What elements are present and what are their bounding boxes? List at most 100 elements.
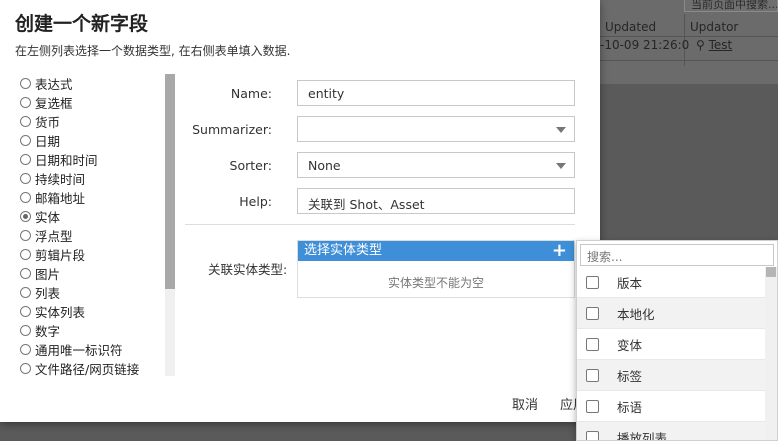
type-option[interactable]: 复选框	[20, 93, 170, 112]
updator-link[interactable]: Test	[709, 38, 733, 52]
radio-button[interactable]	[20, 325, 31, 336]
type-option-label: 复选框	[35, 96, 73, 111]
type-option[interactable]: 货币	[20, 112, 170, 131]
entity-type-header[interactable]: 选择实体类型 +	[298, 241, 574, 261]
radio-button[interactable]	[20, 344, 31, 355]
entity-type-empty-message: 实体类型不能为空	[387, 276, 484, 290]
type-option-label: 通用唯一标识符	[35, 343, 123, 358]
radio-button[interactable]	[20, 287, 31, 298]
radio-button[interactable]	[20, 173, 31, 184]
type-option[interactable]: 日期	[20, 131, 170, 150]
radio-button[interactable]	[20, 97, 31, 108]
type-option[interactable]: 持续时间	[20, 169, 170, 188]
cell-updated: -10-09 21:26:0	[600, 38, 690, 52]
entity-type-selector: 选择实体类型 + 实体类型不能为空	[297, 240, 575, 298]
type-option-label: 日期	[35, 134, 61, 149]
type-option-label: 持续时间	[35, 172, 86, 187]
checkbox[interactable]	[586, 306, 599, 320]
entity-type-dropdown: 搜索... 版本本地化变体标签标语播放列表	[576, 240, 778, 441]
radio-button[interactable]	[20, 230, 31, 241]
chevron-down-icon	[556, 127, 566, 133]
background-search-input[interactable]: 当前页面中搜索...	[684, 0, 778, 12]
type-option[interactable]: 通用唯一标识符	[20, 340, 170, 359]
help-input[interactable]: 关联到 Shot、Asset	[297, 188, 575, 214]
cancel-button[interactable]: 取消	[512, 394, 538, 413]
help-label: Help:	[239, 194, 272, 209]
checkbox[interactable]	[586, 368, 599, 382]
entity-type-header-label: 选择实体类型	[304, 243, 383, 258]
type-option[interactable]: 剪辑片段	[20, 245, 170, 264]
type-option[interactable]: 实体	[20, 207, 170, 226]
radio-button[interactable]	[20, 249, 31, 260]
dropdown-scrollbar-thumb[interactable]	[766, 267, 776, 277]
entity-type-option-label: 本地化	[617, 306, 655, 322]
plus-icon[interactable]: +	[552, 241, 567, 261]
checkbox[interactable]	[586, 399, 599, 413]
create-field-dialog: 创建一个新字段 在左侧列表选择一个数据类型, 在右侧表单填入数据. 表达式复选框…	[0, 0, 600, 422]
entity-type-option[interactable]: 版本	[577, 267, 765, 298]
entity-type-option[interactable]: 标语	[577, 391, 765, 422]
type-option-label: 实体	[35, 210, 61, 225]
type-option[interactable]: 日期和时间	[20, 150, 170, 169]
sorter-select[interactable]: None	[297, 152, 575, 178]
chevron-down-icon	[556, 163, 566, 169]
dropdown-scrollbar[interactable]	[765, 267, 777, 440]
column-header-updated[interactable]: Updated	[605, 20, 656, 34]
entity-type-option-label: 标签	[617, 368, 643, 384]
summarizer-label: Summarizer:	[192, 122, 272, 137]
type-option[interactable]: 邮箱地址	[20, 188, 170, 207]
sorter-label: Sorter:	[229, 158, 272, 173]
type-list-scrollbar-thumb[interactable]	[165, 74, 175, 289]
summarizer-select[interactable]	[297, 116, 575, 142]
cell-updator[interactable]: ⚲ Test	[696, 38, 732, 52]
radio-button[interactable]	[20, 268, 31, 279]
type-option-label: 数字	[35, 324, 61, 339]
entity-type-option-label: 播放列表	[617, 430, 668, 441]
entity-type-option[interactable]: 播放列表	[577, 422, 765, 441]
entity-type-label: 关联实体类型:	[208, 262, 288, 277]
entity-type-option-label: 标语	[617, 399, 643, 415]
dialog-title: 创建一个新字段	[15, 13, 149, 35]
sorter-value: None	[308, 158, 341, 173]
checkbox[interactable]	[586, 337, 599, 351]
entity-type-option[interactable]: 变体	[577, 329, 765, 360]
type-option-label: 剪辑片段	[35, 248, 86, 263]
entity-type-search-input[interactable]: 搜索...	[580, 244, 774, 266]
sorter-row: Sorter: None	[185, 152, 585, 178]
type-option[interactable]: 表达式	[20, 74, 170, 93]
type-option-label: 邮箱地址	[35, 191, 86, 206]
radio-button[interactable]	[20, 78, 31, 89]
radio-button[interactable]	[20, 116, 31, 127]
entity-type-option[interactable]: 标签	[577, 360, 765, 391]
background-row-divider	[600, 60, 778, 61]
background-row-divider	[600, 36, 778, 37]
radio-button[interactable]	[20, 192, 31, 203]
type-option[interactable]: 图片	[20, 264, 170, 283]
type-option-label: 实体列表	[35, 305, 86, 320]
entity-type-option[interactable]: 本地化	[577, 298, 765, 329]
type-option[interactable]: 实体列表	[20, 302, 170, 321]
radio-button[interactable]	[20, 154, 31, 165]
checkbox[interactable]	[586, 430, 599, 440]
summarizer-row: Summarizer:	[185, 116, 585, 142]
name-label: Name:	[230, 86, 272, 101]
checkbox[interactable]	[586, 275, 599, 289]
radio-button[interactable]	[20, 211, 31, 222]
type-option[interactable]: 列表	[20, 283, 170, 302]
type-option-label: 表达式	[35, 77, 73, 92]
radio-button[interactable]	[20, 135, 31, 146]
radio-button[interactable]	[20, 306, 31, 317]
name-row: Name: entity	[185, 80, 585, 106]
type-option[interactable]: 文件路径/网页链接	[20, 359, 170, 376]
type-option[interactable]: 数字	[20, 321, 170, 340]
dialog-subtitle: 在左侧列表选择一个数据类型, 在右侧表单填入数据.	[15, 44, 291, 58]
radio-button[interactable]	[20, 363, 31, 374]
column-header-updator[interactable]: Updator	[690, 20, 738, 34]
form-divider	[185, 224, 575, 225]
type-option-label: 列表	[35, 286, 61, 301]
data-type-list: 表达式复选框货币日期 日期和时间持续时间邮箱地址实体 浮点型剪辑片段 图片列表实体列表…	[20, 74, 170, 376]
name-input[interactable]: entity	[297, 80, 575, 106]
type-option-label: 货币	[35, 115, 61, 130]
type-option[interactable]: 浮点型	[20, 226, 170, 245]
entity-type-option-label: 变体	[617, 337, 643, 353]
